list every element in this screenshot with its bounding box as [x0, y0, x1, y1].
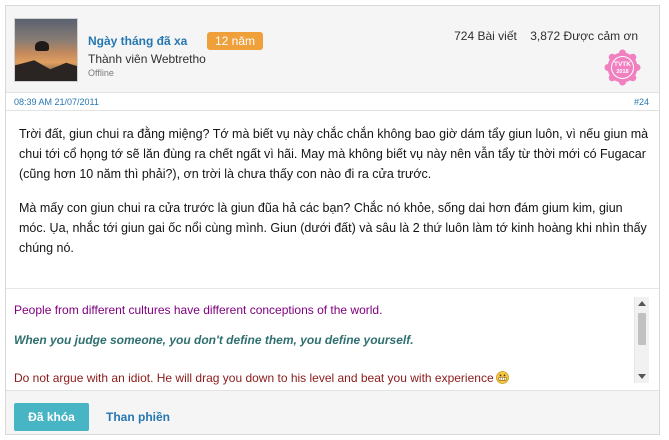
- avatar[interactable]: [14, 18, 78, 82]
- signature-line: People from different cultures have diff…: [14, 303, 383, 317]
- award-badge-icon: TVTK 2018: [604, 49, 641, 86]
- username-link[interactable]: Ngày tháng đã xa: [88, 34, 187, 48]
- post-paragraph: Mà mấy con giun chui ra cửa trước là giu…: [19, 201, 647, 255]
- signature-line-text: Do not argue with an idiot. He will drag…: [14, 371, 494, 385]
- post-count: 724 Bài viết: [454, 29, 517, 43]
- forum-post: Ngày tháng đã xa 12 năm Thành viên Webtr…: [5, 5, 660, 435]
- award-line1: TVTK: [614, 61, 631, 68]
- scroll-up-arrow-icon[interactable]: [638, 301, 646, 306]
- award-line2: 2018: [616, 69, 628, 75]
- post-date: 08:39 AM 21/07/2011: [14, 97, 99, 107]
- post-meta: 08:39 AM 21/07/2011 #24: [6, 94, 659, 111]
- avatar-figure: [35, 41, 49, 51]
- user-status: Offline: [88, 68, 114, 78]
- thanks-count: 3,872 Được cảm ơn: [530, 29, 638, 43]
- scroll-thumb[interactable]: [638, 313, 646, 345]
- scroll-down-arrow-icon[interactable]: [638, 374, 646, 379]
- signature-line: Do not argue with an idiot. He will drag…: [14, 371, 509, 385]
- post-number-link[interactable]: #24: [634, 97, 649, 107]
- grinning-face-icon: [495, 371, 509, 384]
- user-signature: People from different cultures have diff…: [6, 288, 659, 388]
- complain-link[interactable]: Than phiền: [106, 410, 170, 424]
- signature-line: When you judge someone, you don't define…: [14, 333, 414, 347]
- post-header: Ngày tháng đã xa 12 năm Thành viên Webtr…: [6, 6, 659, 93]
- user-title: Thành viên Webtretho: [88, 52, 206, 66]
- post-footer: Đã khóa Than phiền: [6, 390, 659, 434]
- signature-scrollbar[interactable]: [634, 297, 649, 383]
- membership-years-badge: 12 năm: [207, 32, 264, 50]
- post-paragraph: Trời đất, giun chui ra đằng miệng? Tớ mà…: [19, 127, 649, 181]
- avatar-rock: [15, 60, 77, 81]
- post-content: Trời đất, giun chui ra đằng miệng? Tớ mà…: [19, 124, 649, 258]
- user-stats: 724 Bài viết 3,872 Được cảm ơn: [454, 29, 638, 43]
- locked-button[interactable]: Đã khóa: [14, 403, 89, 431]
